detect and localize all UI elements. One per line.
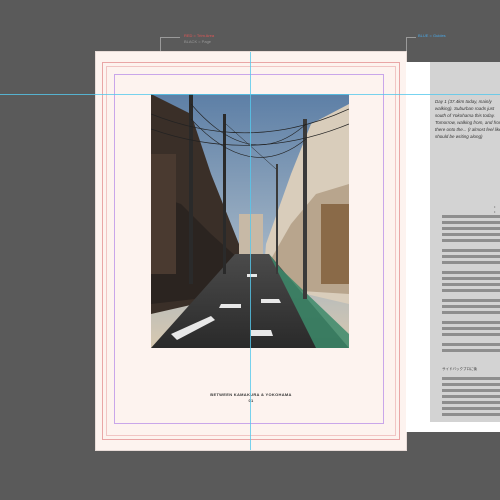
text-line xyxy=(442,321,500,324)
right-page[interactable]: Day 1 (37.4km today, mainly walking). Su… xyxy=(406,62,500,432)
guides-legend: BLUE = Guides xyxy=(418,33,446,39)
text-line xyxy=(442,389,500,392)
text-line xyxy=(442,401,500,404)
text-line xyxy=(442,283,500,286)
text-line xyxy=(442,383,500,386)
text-line xyxy=(442,299,500,302)
text-line xyxy=(442,413,500,416)
text-line xyxy=(442,407,500,410)
text-line xyxy=(442,255,500,258)
text-line xyxy=(442,377,500,380)
page-legend-label: BLACK = Page xyxy=(184,39,212,44)
left-page[interactable]: BETWEEN KAMAKURA & YOKOHAMA 01 xyxy=(96,52,406,450)
text-line xyxy=(442,221,500,224)
text-line xyxy=(442,271,500,274)
text-line xyxy=(442,249,500,252)
text-line xyxy=(442,289,500,292)
text-line xyxy=(442,305,500,308)
text-line xyxy=(442,395,500,398)
guides-legend-label: BLUE = Guides xyxy=(418,33,446,38)
text-line xyxy=(442,227,500,230)
text-line xyxy=(442,233,500,236)
text-line xyxy=(442,215,500,218)
text-line xyxy=(442,333,500,336)
legend-leader-line xyxy=(160,37,180,38)
guides-leader-line xyxy=(406,37,407,57)
intro-text: Day 1 (37.4km today, mainly walking). Su… xyxy=(435,99,500,139)
text-line xyxy=(442,311,500,314)
photo-caption-title: BETWEEN KAMAKURA & YOKOHAMA xyxy=(210,392,292,397)
section-subheading: サイドバックプロに後 xyxy=(442,367,477,371)
text-line xyxy=(442,277,500,280)
trim-legend: RED = Trim Area BLACK = Page xyxy=(184,33,214,45)
text-line xyxy=(442,343,500,346)
text-line xyxy=(442,327,500,330)
photo-caption-number: 01 xyxy=(248,398,254,403)
guides-leader-line xyxy=(406,37,416,38)
text-line xyxy=(442,239,500,242)
legend-leader-line xyxy=(160,37,161,52)
text-line xyxy=(442,349,500,352)
text-line xyxy=(442,261,500,264)
vertical-guide[interactable] xyxy=(250,52,251,450)
